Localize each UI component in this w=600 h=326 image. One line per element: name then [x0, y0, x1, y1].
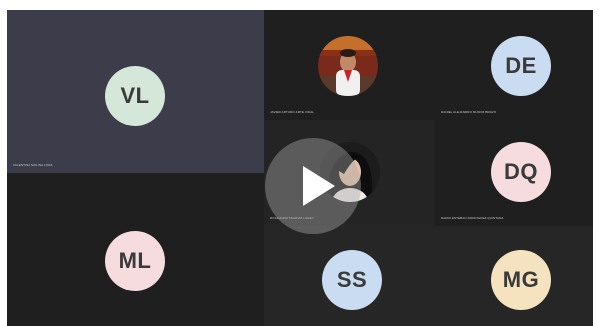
play-button[interactable] — [265, 138, 361, 234]
participant-name: VALENTINA MOLINA LORA — [13, 163, 53, 167]
participant-name: DARIO ESTEBAN RODRIGUEZ QUINTANA — [441, 216, 504, 220]
avatar: DQ — [491, 142, 551, 202]
avatar: ML — [105, 231, 165, 291]
participant-name: JAVIER ARTURO ARTE VIDAL — [270, 110, 315, 114]
participant-tile-dq[interactable]: DQ DARIO ESTEBAN RODRIGUEZ QUINTANA — [435, 120, 593, 226]
play-icon — [303, 166, 335, 206]
participant-tile-vl[interactable]: VL VALENTINA MOLINA LORA — [7, 10, 264, 173]
avatar: SS — [322, 250, 382, 310]
avatar: VL — [105, 66, 165, 126]
avatar: DE — [491, 36, 551, 96]
participant-tile-ml[interactable]: ML — [7, 173, 264, 326]
participant-tile-ss[interactable]: SS — [264, 226, 435, 326]
avatar: MG — [491, 250, 551, 310]
participant-tile-de[interactable]: DE DANIEL ALEJANDRO MUNOZ BRAVO — [435, 10, 593, 120]
participant-tile-javier[interactable]: JAVIER ARTURO ARTE VIDAL — [264, 10, 435, 120]
participant-name: DANIEL ALEJANDRO MUNOZ BRAVO — [441, 110, 497, 114]
participant-tile-mg[interactable]: MG — [435, 226, 593, 326]
avatar — [318, 36, 378, 96]
video-call-grid: VL VALENTINA MOLINA LORA JAVIER ARTURO A… — [7, 10, 593, 326]
